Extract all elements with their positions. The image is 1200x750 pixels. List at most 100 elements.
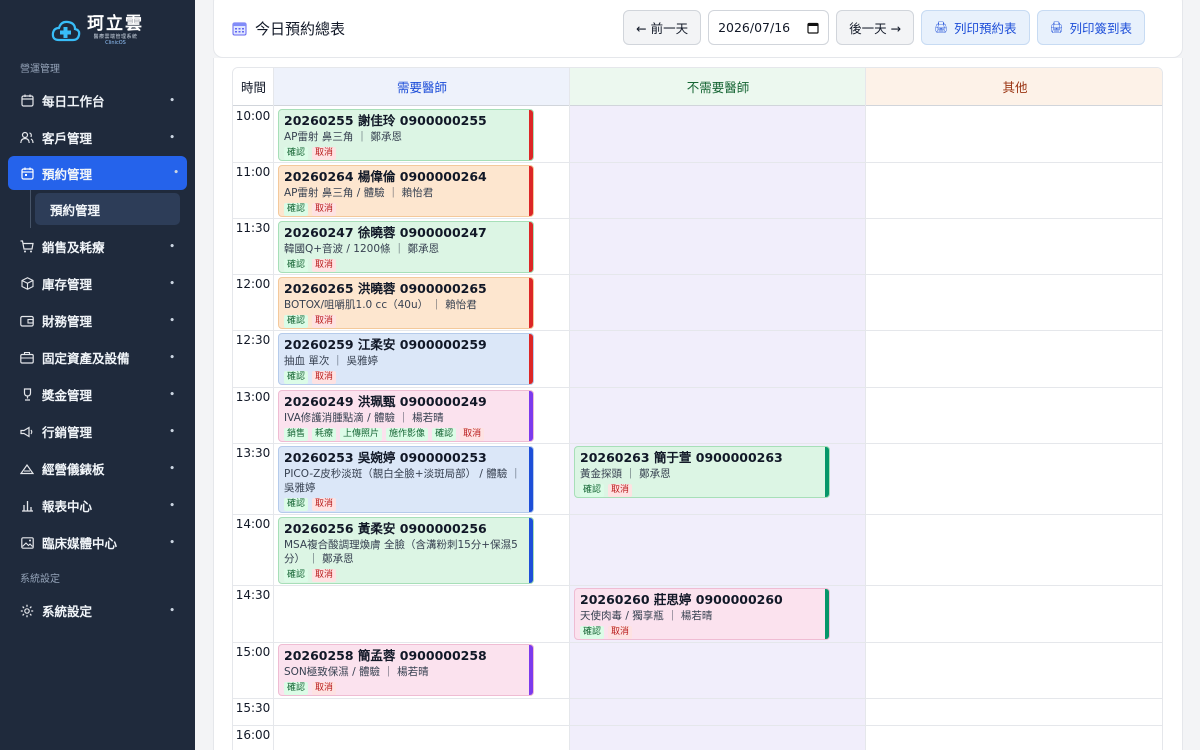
- appointment-card[interactable]: 20260264 楊偉倫 0900000264 AP雷射 鼻三角 / 體驗 ｜ …: [278, 165, 534, 217]
- appointment-detail: AP雷射 鼻三角 ｜ 鄭承恩: [284, 131, 403, 143]
- cancel-button[interactable]: 取消: [608, 626, 633, 639]
- sidebar-item-daily[interactable]: 每日工作台 •: [0, 82, 195, 119]
- sidebar-item-media[interactable]: 臨床媒體中心 •: [0, 524, 195, 561]
- calendar-grid-icon: [232, 22, 247, 36]
- appointment-card[interactable]: 20260263 簡于萱 0900000263 黃金探頭 ｜ 鄭承恩 確認 取消: [574, 446, 830, 498]
- date-value: 2026/07/16: [718, 20, 791, 35]
- cloud-cross-icon: [51, 20, 81, 42]
- page-title: 今日預約總表: [232, 18, 345, 39]
- prev-day-button[interactable]: ← 前一天: [623, 10, 702, 45]
- appointment-detail: 黃金探頭 ｜ 鄭承恩: [580, 468, 671, 480]
- sidebar-item-label: 獎金管理: [42, 388, 93, 403]
- image-icon: [20, 536, 34, 550]
- col-header-doctor: 需要醫師: [274, 68, 570, 106]
- cancel-button[interactable]: 取消: [460, 428, 485, 441]
- consumption-button[interactable]: 耗療: [312, 428, 337, 441]
- chevron-right-icon: •: [169, 315, 175, 326]
- chevron-right-icon: •: [169, 95, 175, 106]
- time-label: 14:00: [235, 517, 271, 531]
- confirm-button[interactable]: 確認: [432, 428, 457, 441]
- sidebar-item-appointments[interactable]: 預約管理 •: [8, 156, 187, 190]
- sidebar-item-label: 系統設定: [42, 604, 93, 619]
- confirm-button[interactable]: 確認: [284, 682, 309, 695]
- cancel-button[interactable]: 取消: [312, 203, 337, 216]
- sales-button[interactable]: 銷售: [284, 428, 309, 441]
- chevron-right-icon: •: [169, 500, 175, 511]
- time-label: 12:30: [235, 333, 271, 347]
- time-label: 16:00: [235, 728, 271, 742]
- chevron-right-icon: •: [169, 605, 175, 616]
- cancel-button[interactable]: 取消: [312, 147, 337, 160]
- appointment-card[interactable]: 20260265 洪曉蓉 0900000265 BOTOX/咀嚼肌1.0 cc（…: [278, 277, 534, 329]
- toolbar: ← 前一天 2026/07/16 後一天 → 🖨 列印預約表 🖨 列印簽到表: [623, 10, 1145, 45]
- sidebar-item-label: 臨床媒體中心: [42, 536, 118, 551]
- sidebar-item-label: 財務管理: [42, 314, 93, 329]
- calendar-icon: [20, 94, 34, 108]
- section-label-ops: 營運管理: [20, 64, 60, 75]
- appointment-title: 20260247 徐曉蓉 0900000247: [284, 225, 487, 240]
- calendar-check-icon: [20, 166, 34, 180]
- confirm-button[interactable]: 確認: [284, 569, 309, 582]
- cancel-button[interactable]: 取消: [312, 682, 337, 695]
- appointment-title: 20260253 吳婉婷 0900000253: [284, 450, 487, 465]
- subnav-appointments: 預約管理: [0, 190, 195, 228]
- cancel-button[interactable]: 取消: [312, 498, 337, 511]
- appointment-title: 20260249 洪珮甄 0900000249: [284, 394, 487, 409]
- sidebar-item-marketing[interactable]: 行銷管理 •: [0, 413, 195, 450]
- sidebar-item-bonus[interactable]: 獎金管理 •: [0, 376, 195, 413]
- sidebar-item-customers[interactable]: 客戶管理 •: [0, 119, 195, 156]
- treatment-image-button[interactable]: 施作影像: [386, 428, 429, 441]
- appointment-card[interactable]: 20260253 吳婉婷 0900000253 PICO-Z皮秒淡斑（靚白全臉+…: [278, 446, 534, 513]
- appointment-card[interactable]: 20260258 簡孟蓉 0900000258 SON極致保濕 / 體驗 ｜ 楊…: [278, 644, 534, 696]
- confirm-button[interactable]: 確認: [580, 626, 605, 639]
- appointment-card[interactable]: 20260256 黃柔安 0900000256 MSA複合酸調理煥膚 全臉（含溝…: [278, 517, 534, 584]
- print-schedule-button[interactable]: 🖨 列印預約表: [921, 10, 1030, 45]
- sidebar-item-sales[interactable]: 銷售及耗療 •: [0, 228, 195, 265]
- sidebar-item-inventory[interactable]: 庫存管理 •: [0, 265, 195, 302]
- printer-icon: 🖨: [934, 21, 948, 34]
- upload-photo-button[interactable]: 上傳照片: [340, 428, 383, 441]
- cancel-button[interactable]: 取消: [608, 484, 633, 497]
- appointment-title: 20260260 莊思婷 0900000260: [580, 592, 783, 607]
- sidebar-item-label: 銷售及耗療: [42, 240, 105, 255]
- time-label: 15:30: [235, 701, 271, 715]
- sidebar-item-finance[interactable]: 財務管理 •: [0, 302, 195, 339]
- appointment-title: 20260264 楊偉倫 0900000264: [284, 169, 487, 184]
- section-label-sys: 系統設定: [20, 574, 60, 585]
- sidebar-item-reports[interactable]: 報表中心 •: [0, 487, 195, 524]
- confirm-button[interactable]: 確認: [580, 484, 605, 497]
- appointment-card[interactable]: 20260249 洪珮甄 0900000249 IVA修護消腫點滴 / 體驗 ｜…: [278, 390, 534, 442]
- appointment-detail: BOTOX/咀嚼肌1.0 cc（40u） ｜ 賴怡君: [284, 299, 477, 311]
- appointment-card[interactable]: 20260260 莊思婷 0900000260 天使肉毒 / 獨享瓶 ｜ 楊若晴…: [574, 588, 830, 640]
- next-day-button[interactable]: 後一天 →: [836, 10, 915, 45]
- confirm-button[interactable]: 確認: [284, 371, 309, 384]
- sidebar-item-label: 行銷管理: [42, 425, 93, 440]
- appointment-card[interactable]: 20260247 徐曉蓉 0900000247 韓國Q+音波 / 1200條 ｜…: [278, 221, 534, 273]
- app-logo[interactable]: 珂立雲 醫療雲端管理系統 ClinicOS: [0, 0, 195, 52]
- appointment-detail: PICO-Z皮秒淡斑（靚白全臉+淡斑局部） / 體驗 ｜ 吳雅婷: [284, 468, 522, 494]
- appointment-card[interactable]: 20260255 謝佳玲 0900000255 AP雷射 鼻三角 ｜ 鄭承恩 確…: [278, 109, 534, 161]
- cancel-button[interactable]: 取消: [312, 259, 337, 272]
- appointment-card[interactable]: 20260259 江柔安 0900000259 抽血 單次 ｜ 吳雅婷 確認 取消: [278, 333, 534, 385]
- confirm-button[interactable]: 確認: [284, 259, 309, 272]
- sidebar-item-label: 庫存管理: [42, 277, 93, 292]
- cancel-button[interactable]: 取消: [312, 569, 337, 582]
- gear-icon: [20, 604, 34, 618]
- confirm-button[interactable]: 確認: [284, 203, 309, 216]
- subnav-item-appointments[interactable]: 預約管理: [35, 193, 180, 225]
- print-signin-button[interactable]: 🖨 列印簽到表: [1036, 10, 1145, 45]
- confirm-button[interactable]: 確認: [284, 498, 309, 511]
- confirm-button[interactable]: 確認: [284, 315, 309, 328]
- confirm-button[interactable]: 確認: [284, 147, 309, 160]
- calendar-icon: [807, 22, 819, 34]
- time-label: 11:30: [235, 221, 271, 235]
- sidebar-item-assets[interactable]: 固定資產及設備 •: [0, 339, 195, 376]
- time-label: 11:00: [235, 165, 271, 179]
- sidebar-item-dashboard[interactable]: 經營儀錶板 •: [0, 450, 195, 487]
- trophy-icon: [20, 388, 34, 402]
- cancel-button[interactable]: 取消: [312, 315, 337, 328]
- cancel-button[interactable]: 取消: [312, 371, 337, 384]
- app-name: 珂立雲: [87, 14, 144, 34]
- date-field[interactable]: 2026/07/16: [708, 10, 830, 45]
- sidebar-item-settings[interactable]: 系統設定 •: [0, 592, 195, 629]
